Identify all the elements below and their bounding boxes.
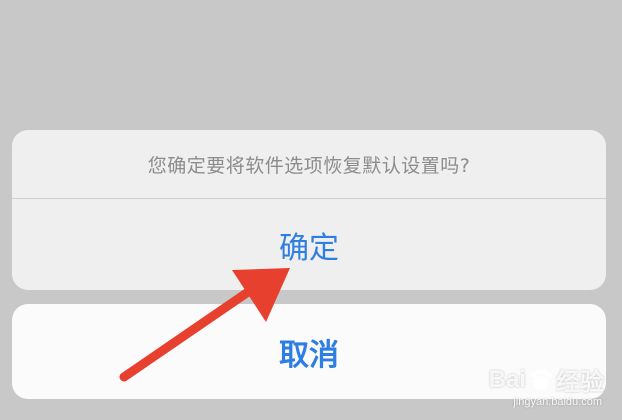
dimmed-background: 您确定要将软件选项恢复默认设置吗? 确定 取消 Bai 经验 jingyan.b…	[0, 0, 622, 420]
confirm-button[interactable]: 确定	[12, 199, 606, 290]
action-sheet-group: 您确定要将软件选项恢复默认设置吗? 确定	[12, 130, 606, 290]
watermark-brand-left: Bai	[488, 365, 526, 393]
watermark-brand-right: 经验	[556, 369, 604, 396]
baidu-watermark: Bai 经验	[489, 362, 604, 397]
baidu-paw-icon	[531, 368, 552, 390]
watermark-url: jingyan.baidu.com	[513, 396, 602, 408]
confirm-message: 您确定要将软件选项恢复默认设置吗?	[12, 130, 606, 199]
